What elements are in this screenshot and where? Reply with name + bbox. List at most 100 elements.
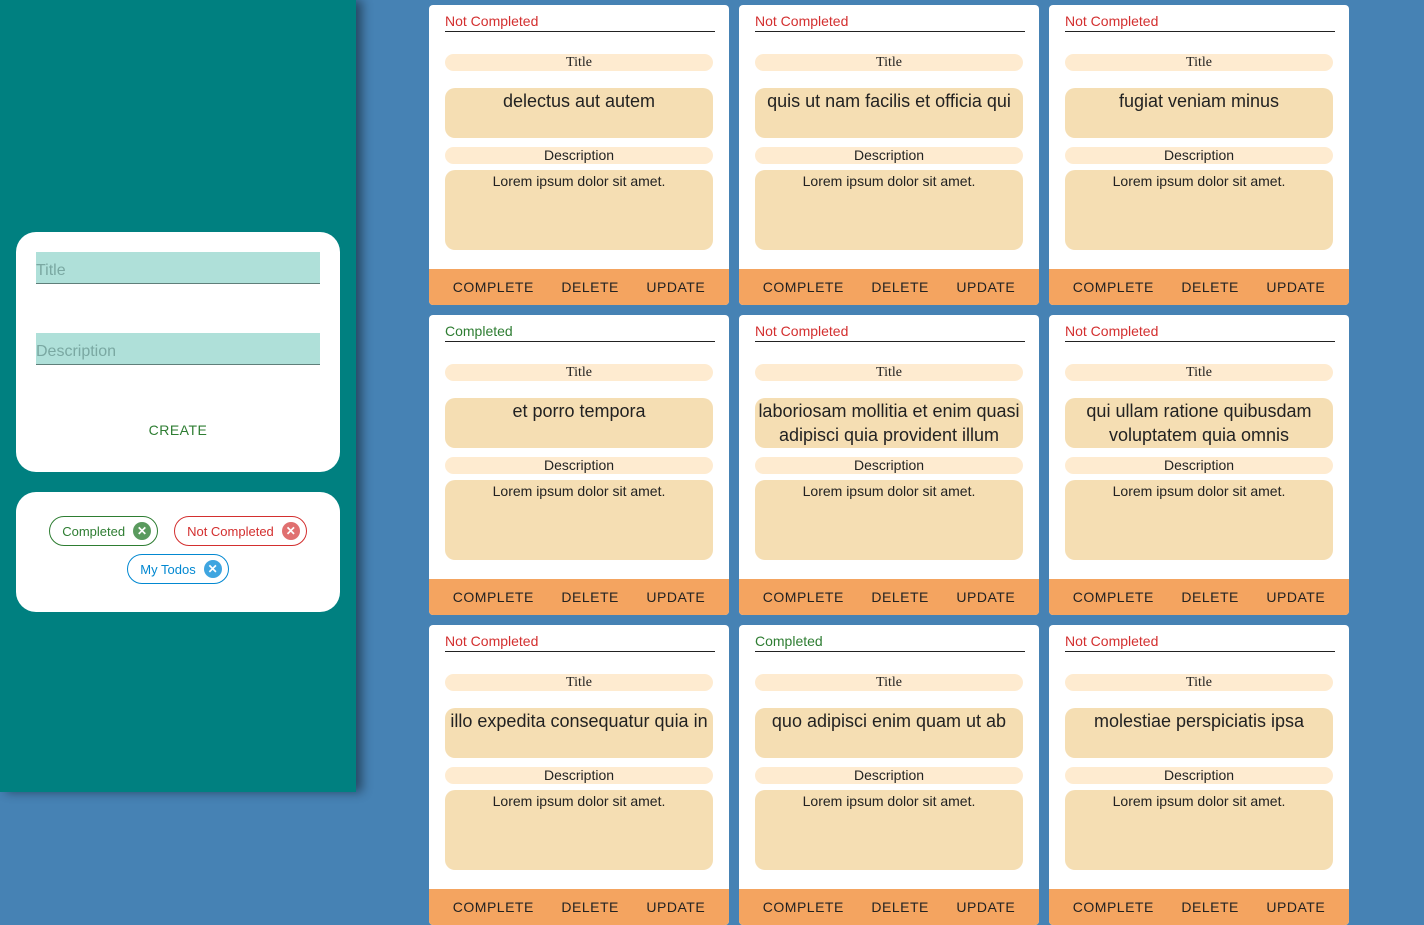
todo-title: qui ullam ratione quibusdam voluptatem q… — [1065, 398, 1333, 448]
todo-card: Completed Title et porro tempora Descriptio… — [429, 315, 729, 615]
description-label: Description — [445, 457, 713, 474]
todo-title: delectus aut autem — [445, 88, 713, 138]
todo-title: laboriosam mollitia et enim quasi adipis… — [755, 398, 1023, 448]
todo-actions: COMPLETE DELETE UPDATE — [739, 269, 1039, 305]
filter-chip-my-todos[interactable]: My Todos ✕ — [127, 554, 229, 584]
todo-description: Lorem ipsum dolor sit amet. — [445, 790, 713, 870]
close-icon[interactable]: ✕ — [203, 560, 222, 578]
update-button[interactable]: UPDATE — [1266, 899, 1325, 915]
delete-button[interactable]: DELETE — [871, 589, 928, 605]
description-label: Description — [755, 147, 1023, 164]
sidebar: CREATE Completed ✕ Not Completed ✕ My To… — [0, 0, 356, 792]
update-button[interactable]: UPDATE — [646, 279, 705, 295]
title-label: Title — [445, 54, 713, 71]
todo-status: Completed — [755, 633, 1025, 652]
filter-chip-not-completed[interactable]: Not Completed ✕ — [174, 516, 307, 546]
todo-card: Not Completed Title fugiat veniam minus Des… — [1049, 5, 1349, 305]
todo-title: molestiae perspiciatis ipsa — [1065, 708, 1333, 758]
todo-actions: COMPLETE DELETE UPDATE — [429, 889, 729, 925]
description-label: Description — [755, 457, 1023, 474]
complete-button[interactable]: COMPLETE — [1073, 589, 1154, 605]
delete-button[interactable]: DELETE — [561, 279, 618, 295]
complete-button[interactable]: COMPLETE — [763, 899, 844, 915]
todo-card: Not Completed Title molestiae perspiciatis… — [1049, 625, 1349, 925]
todo-actions: COMPLETE DELETE UPDATE — [429, 269, 729, 305]
title-label: Title — [755, 54, 1023, 71]
todo-description: Lorem ipsum dolor sit amet. — [755, 790, 1023, 870]
todo-card: Not Completed Title quis ut nam facilis et… — [739, 5, 1039, 305]
description-label: Description — [755, 767, 1023, 784]
title-label: Title — [1065, 674, 1333, 691]
todo-actions: COMPLETE DELETE UPDATE — [1049, 579, 1349, 615]
delete-button[interactable]: DELETE — [561, 589, 618, 605]
update-button[interactable]: UPDATE — [646, 899, 705, 915]
todo-title: quis ut nam facilis et officia qui — [755, 88, 1023, 138]
todo-card: Not Completed Title qui ullam ratione quib… — [1049, 315, 1349, 615]
title-label: Title — [1065, 54, 1333, 71]
todo-status: Not Completed — [755, 323, 1025, 342]
create-todo-form: CREATE — [16, 232, 340, 472]
todo-description: Lorem ipsum dolor sit amet. — [445, 480, 713, 560]
todo-card: Not Completed Title illo expedita consequa… — [429, 625, 729, 925]
todo-description: Lorem ipsum dolor sit amet. — [445, 170, 713, 250]
todo-description: Lorem ipsum dolor sit amet. — [1065, 170, 1333, 250]
complete-button[interactable]: COMPLETE — [453, 589, 534, 605]
todo-actions: COMPLETE DELETE UPDATE — [429, 579, 729, 615]
todo-status: Not Completed — [1065, 633, 1335, 652]
filter-chip-label: Completed — [62, 523, 126, 539]
update-button[interactable]: UPDATE — [956, 899, 1015, 915]
complete-button[interactable]: COMPLETE — [763, 589, 844, 605]
filter-panel: Completed ✕ Not Completed ✕ My Todos ✕ — [16, 492, 340, 612]
todo-title: et porro tempora — [445, 398, 713, 448]
update-button[interactable]: UPDATE — [956, 279, 1015, 295]
update-button[interactable]: UPDATE — [1266, 589, 1325, 605]
title-label: Title — [1065, 364, 1333, 381]
todo-card: Not Completed Title delectus aut autem Desc… — [429, 5, 729, 305]
todo-card: Not Completed Title laboriosam mollitia et… — [739, 315, 1039, 615]
todo-status: Not Completed — [1065, 323, 1335, 342]
description-input[interactable] — [36, 333, 320, 365]
complete-button[interactable]: COMPLETE — [1073, 899, 1154, 915]
title-label: Title — [445, 674, 713, 691]
update-button[interactable]: UPDATE — [1266, 279, 1325, 295]
description-label: Description — [1065, 147, 1333, 164]
close-icon[interactable]: ✕ — [281, 522, 300, 540]
filter-chip-label: Not Completed — [187, 523, 274, 539]
create-button[interactable]: CREATE — [16, 422, 340, 438]
description-label: Description — [1065, 767, 1333, 784]
complete-button[interactable]: COMPLETE — [453, 899, 534, 915]
todo-grid: Not Completed Title delectus aut autem Desc… — [429, 5, 1349, 925]
filter-chip-completed[interactable]: Completed ✕ — [49, 516, 159, 546]
todo-actions: COMPLETE DELETE UPDATE — [1049, 889, 1349, 925]
todo-actions: COMPLETE DELETE UPDATE — [1049, 269, 1349, 305]
complete-button[interactable]: COMPLETE — [453, 279, 534, 295]
todo-actions: COMPLETE DELETE UPDATE — [739, 579, 1039, 615]
update-button[interactable]: UPDATE — [956, 589, 1015, 605]
complete-button[interactable]: COMPLETE — [1073, 279, 1154, 295]
todo-title: fugiat veniam minus — [1065, 88, 1333, 138]
title-input[interactable] — [36, 252, 320, 284]
delete-button[interactable]: DELETE — [871, 899, 928, 915]
todo-card: Completed Title quo adipisci enim quam ut … — [739, 625, 1039, 925]
todo-description: Lorem ipsum dolor sit amet. — [755, 480, 1023, 560]
todo-status: Not Completed — [445, 13, 715, 32]
filter-chip-label: My Todos — [140, 561, 196, 577]
todo-status: Not Completed — [755, 13, 1025, 32]
delete-button[interactable]: DELETE — [561, 899, 618, 915]
todo-title: illo expedita consequatur quia in — [445, 708, 713, 758]
todo-title: quo adipisci enim quam ut ab — [755, 708, 1023, 758]
complete-button[interactable]: COMPLETE — [763, 279, 844, 295]
description-label: Description — [445, 767, 713, 784]
todo-description: Lorem ipsum dolor sit amet. — [755, 170, 1023, 250]
todo-status: Completed — [445, 323, 715, 342]
title-label: Title — [755, 674, 1023, 691]
delete-button[interactable]: DELETE — [1181, 589, 1238, 605]
close-icon[interactable]: ✕ — [133, 522, 152, 540]
delete-button[interactable]: DELETE — [1181, 279, 1238, 295]
delete-button[interactable]: DELETE — [1181, 899, 1238, 915]
title-label: Title — [445, 364, 713, 381]
todo-description: Lorem ipsum dolor sit amet. — [1065, 790, 1333, 870]
update-button[interactable]: UPDATE — [646, 589, 705, 605]
title-label: Title — [755, 364, 1023, 381]
delete-button[interactable]: DELETE — [871, 279, 928, 295]
